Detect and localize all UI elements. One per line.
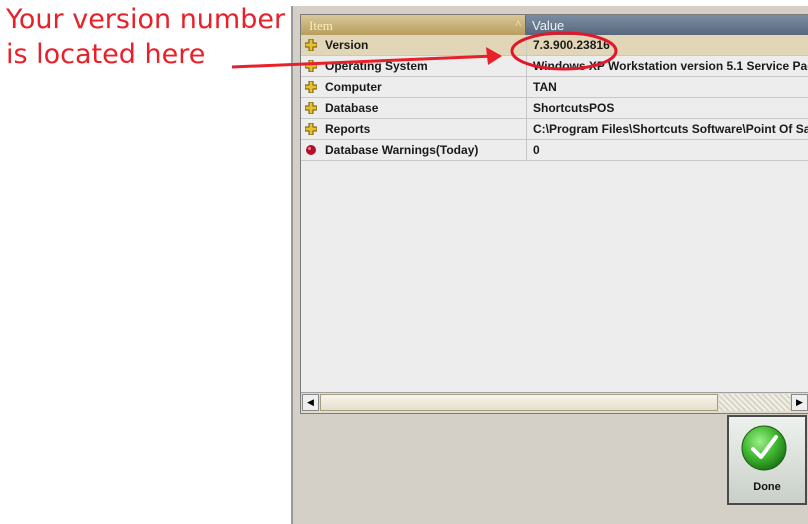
plus-icon[interactable] <box>305 81 317 93</box>
row-item: Operating System <box>325 59 428 73</box>
checkmark-icon <box>741 425 787 471</box>
horizontal-scrollbar[interactable]: ◀ ▶ <box>301 392 808 413</box>
table-row-database[interactable]: Database ShortcutsPOS <box>301 98 808 119</box>
done-button-label: Done <box>753 481 781 493</box>
warning-dot-icon <box>306 145 316 155</box>
plus-icon[interactable] <box>305 60 317 72</box>
annotation-line-2: is located here <box>6 39 206 70</box>
row-value: C:\Program Files\Shortcuts Software\Poin… <box>526 119 808 139</box>
annotation-line-1: Your version number <box>6 4 286 35</box>
annotation-text: Your version number is located here <box>6 4 285 74</box>
scroll-left-arrow-icon[interactable]: ◀ <box>302 394 319 411</box>
scrollbar-thumb[interactable] <box>320 394 718 411</box>
table-row-computer[interactable]: Computer TAN <box>301 77 808 98</box>
plus-icon[interactable] <box>305 102 317 114</box>
system-info-window: Item ^ Value Version 7.3.900.23816 Opera… <box>291 6 808 524</box>
row-value: Windows XP Workstation version 5.1 Servi… <box>526 56 808 76</box>
plus-icon[interactable] <box>305 39 317 51</box>
table-row-database-warnings[interactable]: Database Warnings(Today) 0 <box>301 140 808 161</box>
grid-rows: Version 7.3.900.23816 Operating System W… <box>301 35 808 161</box>
sort-ascending-icon: ^ <box>515 17 521 31</box>
row-value: ShortcutsPOS <box>526 98 808 118</box>
column-header-value-label: Value <box>532 18 565 33</box>
scrollbar-track[interactable] <box>719 394 790 411</box>
scroll-right-arrow-icon[interactable]: ▶ <box>791 394 808 411</box>
row-value: 7.3.900.23816 <box>526 35 808 55</box>
row-item: Database <box>325 101 379 115</box>
row-value: TAN <box>526 77 808 97</box>
row-item: Computer <box>325 80 382 94</box>
grid-header: Item ^ Value <box>301 15 808 35</box>
table-row-operating-system[interactable]: Operating System Windows XP Workstation … <box>301 56 808 77</box>
info-grid: Item ^ Value Version 7.3.900.23816 Opera… <box>300 14 808 414</box>
done-button[interactable]: Done <box>727 415 807 505</box>
row-item: Database Warnings(Today) <box>325 143 479 157</box>
column-header-value[interactable]: Value <box>526 15 808 35</box>
table-row-version[interactable]: Version 7.3.900.23816 <box>301 35 808 56</box>
column-header-item[interactable]: Item ^ <box>301 15 526 35</box>
table-row-reports[interactable]: Reports C:\Program Files\Shortcuts Softw… <box>301 119 808 140</box>
plus-icon[interactable] <box>305 123 317 135</box>
row-item: Version <box>325 38 369 52</box>
row-value: 0 <box>526 140 808 160</box>
row-item: Reports <box>325 122 371 136</box>
column-header-item-label: Item <box>309 18 333 33</box>
